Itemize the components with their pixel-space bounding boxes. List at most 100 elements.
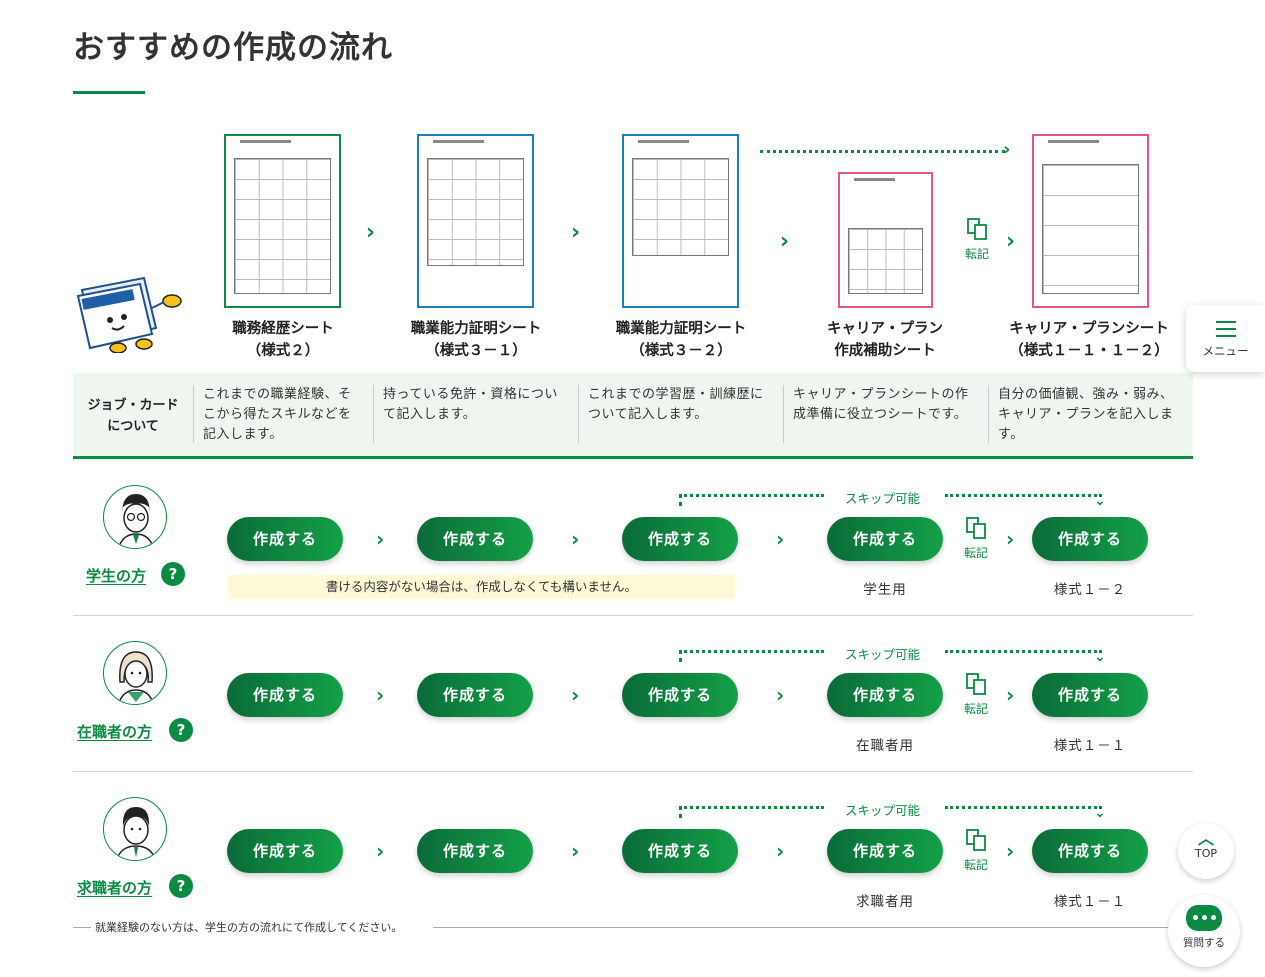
transfer-doc-icon (966, 673, 986, 695)
skip-dotted-line (679, 494, 824, 497)
description-career-history: これまでの職業経験、そこから得たスキルなどを記入します。 (203, 387, 352, 442)
column-divider (783, 385, 784, 443)
title-underline (73, 91, 145, 94)
arrow-right-icon: › (1003, 139, 1011, 160)
create-ability-1-button[interactable]: 作成する (417, 829, 533, 873)
skip-label: スキップ可能 (845, 647, 921, 662)
chevron-right-icon: › (376, 683, 385, 707)
sheet-label-ability-2: 職業能力証明シート （様式３－２） (601, 318, 761, 362)
skip-dotted-line (679, 806, 824, 809)
arrow-down-icon: ⌄ (1094, 649, 1106, 665)
sheet-form-number: （様式３－１） (425, 343, 527, 359)
sheet-name: キャリア・プランシート (1009, 321, 1169, 337)
transfer-label: 転記 (963, 858, 988, 872)
chevron-right-icon: › (571, 683, 580, 707)
sheet-label-career-history: 職務経歴シート （様式２） (203, 318, 363, 362)
description-career-plan-helper: キャリア・プランシートの作成準備に役立つシートです。 (793, 387, 969, 422)
column-divider (373, 385, 374, 443)
sheet-label-career-plan-helper: キャリア・プラン 作成補助シート (805, 318, 965, 362)
chevron-right-icon: › (571, 839, 580, 863)
chevron-right-icon: › (1006, 839, 1015, 863)
sheet-thumbnail-career-history (224, 134, 341, 308)
create-ability-2-button[interactable]: 作成する (622, 517, 738, 561)
create-career-plan-button[interactable]: 作成する (1032, 673, 1148, 717)
row-divider (73, 615, 1193, 616)
create-career-plan-helper-button[interactable]: 作成する (827, 829, 943, 873)
chevron-right-icon: › (571, 220, 581, 245)
create-career-history-button[interactable]: 作成する (227, 673, 343, 717)
sub-label-job-seeker-helper: 求職者用 (856, 894, 914, 910)
create-career-plan-button[interactable]: 作成する (1032, 829, 1148, 873)
transfer-indicator: 転記 (961, 673, 991, 717)
skip-dotted-line (945, 494, 1102, 497)
sheet-form-number: （様式２） (246, 343, 320, 359)
job-card-about-label: ジョブ・カード について (73, 395, 193, 437)
sheet-label-ability-1: 職業能力証明シート （様式３－１） (396, 318, 556, 362)
sheet-thumbnail-career-plan-helper (838, 172, 933, 308)
sheet-form-number: （様式３－２） (630, 343, 732, 359)
employee-avatar (103, 641, 167, 705)
skip-dotted-line (945, 650, 1102, 653)
help-question-icon[interactable]: ? (169, 718, 193, 742)
top-label: TOP (1194, 847, 1217, 860)
chevron-right-icon: › (776, 527, 785, 551)
chevron-right-icon: › (1006, 229, 1016, 254)
create-ability-2-button[interactable]: 作成する (622, 673, 738, 717)
transfer-doc-icon (966, 829, 986, 851)
hamburger-icon (1215, 321, 1236, 337)
sheet-form-number: 作成補助シート (834, 343, 936, 359)
skip-dotted-line (679, 650, 824, 653)
chevron-right-icon: › (1006, 683, 1015, 707)
description-divider (73, 456, 1193, 459)
sub-label-job-seeker-form: 様式１－１ (1053, 894, 1127, 910)
persona-link-student[interactable]: 学生の方 (86, 565, 146, 586)
create-career-plan-helper-button[interactable]: 作成する (827, 673, 943, 717)
create-career-plan-button[interactable]: 作成する (1032, 517, 1148, 561)
transfer-label: 転記 (964, 247, 989, 261)
ask-question-button[interactable]: 質問する (1168, 895, 1240, 967)
column-divider (988, 385, 989, 443)
job-seeker-avatar (103, 797, 167, 861)
chevron-right-icon: › (376, 527, 385, 551)
chat-bubble-icon (1186, 905, 1222, 931)
chevron-right-icon: › (1006, 527, 1015, 551)
sub-label-student-helper: 学生用 (863, 582, 907, 598)
sub-label-employed-helper: 在職者用 (856, 738, 914, 754)
sheet-name: 職務経歴シート (232, 321, 334, 337)
sub-label-employed-form: 様式１－１ (1053, 738, 1127, 754)
skip-dotted-line (945, 806, 1102, 809)
persona-link-employed[interactable]: 在職者の方 (77, 721, 152, 742)
page-title: おすすめの作成の流れ (73, 30, 393, 66)
help-question-icon[interactable]: ? (169, 874, 193, 898)
sheet-form-number: （様式１－１・１－２） (1009, 343, 1169, 359)
persona-link-job-seeker[interactable]: 求職者の方 (77, 877, 152, 898)
transfer-indicator: 転記 (961, 517, 991, 561)
create-ability-1-button[interactable]: 作成する (417, 517, 533, 561)
chevron-right-icon: › (376, 839, 385, 863)
student-avatar (103, 485, 167, 549)
chevron-right-icon: › (776, 839, 785, 863)
create-ability-1-button[interactable]: 作成する (417, 673, 533, 717)
chevron-right-icon: › (571, 527, 580, 551)
create-career-history-button[interactable]: 作成する (227, 829, 343, 873)
skip-dotted-line (760, 150, 1005, 153)
help-question-icon[interactable]: ? (161, 562, 185, 586)
ask-label: 質問する (1183, 937, 1225, 949)
transfer-doc-icon (967, 218, 987, 240)
menu-button[interactable]: メニュー (1186, 305, 1265, 372)
sheet-name: 職業能力証明シート (410, 321, 542, 337)
student-note: 書ける内容がない場合は、作成しなくても構いません。 (228, 575, 735, 599)
job-card-mascot-icon (76, 276, 182, 353)
create-career-plan-helper-button[interactable]: 作成する (827, 517, 943, 561)
create-career-history-button[interactable]: 作成する (227, 517, 343, 561)
transfer-label: 転記 (963, 546, 988, 560)
back-to-top-button[interactable]: ︿ TOP (1178, 823, 1234, 879)
skip-label: スキップ可能 (845, 491, 921, 506)
sheet-thumbnail-career-plan (1032, 134, 1149, 308)
chevron-up-icon: ︿ (1197, 829, 1214, 848)
menu-label: メニュー (1202, 344, 1249, 358)
arrow-down-icon: ⌄ (1094, 805, 1106, 821)
create-ability-2-button[interactable]: 作成する (622, 829, 738, 873)
sheet-name: キャリア・プラン (827, 321, 943, 337)
column-divider (193, 385, 194, 443)
